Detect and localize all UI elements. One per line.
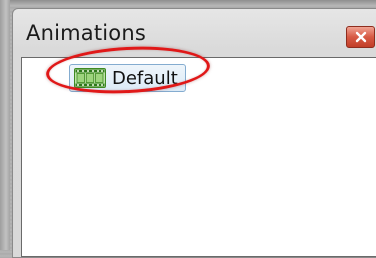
desktop-background-top xyxy=(0,0,376,6)
animations-panel: Animations Default xyxy=(12,8,376,258)
close-button[interactable] xyxy=(346,26,375,48)
list-item-default[interactable]: Default xyxy=(69,64,186,92)
desktop-background-left xyxy=(0,0,10,250)
animation-list[interactable]: Default xyxy=(21,57,376,257)
list-item-label: Default xyxy=(112,67,178,89)
panel-title: Animations xyxy=(26,21,147,45)
film-icon xyxy=(74,68,106,88)
close-icon xyxy=(355,31,366,43)
